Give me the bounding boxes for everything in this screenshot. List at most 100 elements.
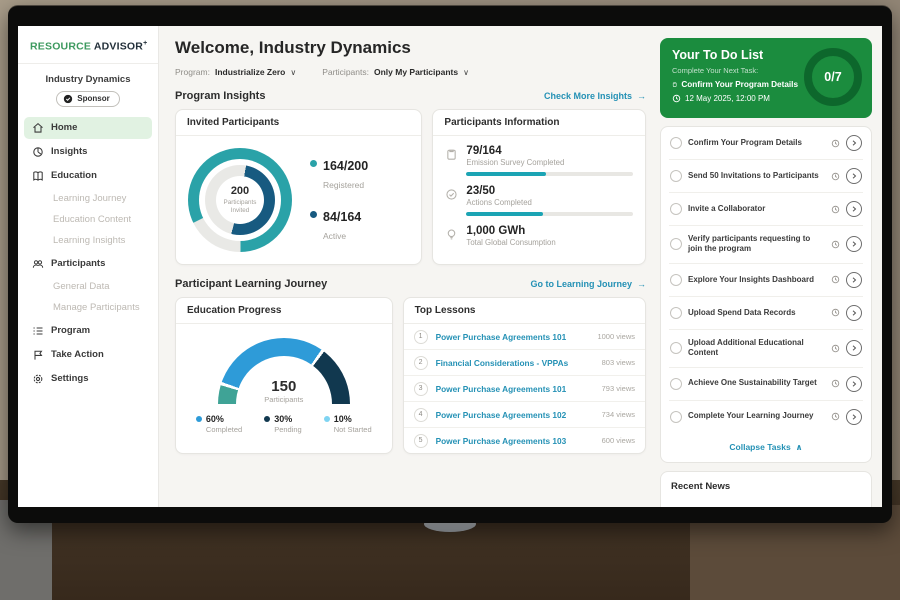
lesson-link[interactable]: Power Purchase Agreements 102 xyxy=(436,410,594,420)
sidebar-item-education[interactable]: Education xyxy=(24,165,152,187)
task-send-invitations[interactable]: Send 50 Invitations to Participants xyxy=(669,160,863,193)
sponsor-icon xyxy=(63,94,73,104)
task-checkbox[interactable] xyxy=(670,203,682,215)
task-go-button[interactable] xyxy=(846,272,862,288)
donut-center-value: 200 xyxy=(231,185,249,197)
chevron-down-icon: ∨ xyxy=(463,68,469,77)
task-verify-participants[interactable]: Verify participants requesting to join t… xyxy=(669,226,863,264)
chevron-right-icon xyxy=(850,380,858,388)
stat-emission-survey: 79/164 Emission Survey Completed xyxy=(445,145,633,176)
clock-icon xyxy=(831,412,840,421)
legend-completed: 60% Completed xyxy=(196,414,242,434)
task-achieve-sustainability-target[interactable]: Achieve One Sustainability Target xyxy=(669,368,863,401)
donut-center-label: Participants Invited xyxy=(220,199,260,215)
program-insights-title: Program Insights xyxy=(175,90,265,102)
legend-value: 10% xyxy=(334,414,352,424)
task-checkbox[interactable] xyxy=(670,307,682,319)
sidebar-item-participants[interactable]: Participants xyxy=(24,253,152,275)
go-to-learning-journey-link[interactable]: Go to Learning Journey→ xyxy=(530,279,646,289)
task-go-button[interactable] xyxy=(846,340,862,356)
legend-label: Registered xyxy=(323,180,364,190)
task-checkbox[interactable] xyxy=(670,378,682,390)
clock-icon xyxy=(672,94,681,103)
sidebar-item-label: Participants xyxy=(51,258,105,269)
task-explore-insights[interactable]: Explore Your Insights Dashboard xyxy=(669,264,863,297)
task-go-button[interactable] xyxy=(846,376,862,392)
gauge-center-label: Participants xyxy=(218,395,350,404)
survey-icon xyxy=(445,148,458,161)
sidebar-item-learning-journey[interactable]: Learning Journey xyxy=(24,189,152,209)
sidebar-item-general-data[interactable]: General Data xyxy=(24,277,152,297)
task-upload-spend-data[interactable]: Upload Spend Data Records xyxy=(669,297,863,330)
task-go-button[interactable] xyxy=(846,135,862,151)
lesson-link[interactable]: Power Purchase Agreements 101 xyxy=(436,332,590,342)
monitor-bezel: RESOURCE ADVISOR+ Industry Dynamics Spon… xyxy=(8,5,892,523)
filter-bar: Program: Industrialize Zero ∨ Participan… xyxy=(175,67,646,77)
sidebar-item-label: Home xyxy=(51,122,77,133)
sidebar-item-manage-participants[interactable]: Manage Participants xyxy=(24,298,152,318)
lesson-row: 3 Power Purchase Agreements 101 793 view… xyxy=(404,376,645,402)
task-confirm-program[interactable]: Confirm Your Program Details xyxy=(669,127,863,160)
program-filter-value: Industrialize Zero xyxy=(215,67,285,77)
participants-filter-value: Only My Participants xyxy=(374,67,458,77)
progress-track xyxy=(466,172,633,176)
legend-active: 84/164Active xyxy=(310,208,368,244)
sidebar-item-learning-insights[interactable]: Learning Insights xyxy=(24,231,152,251)
collapse-tasks-link[interactable]: Collapse Tasks ∧ xyxy=(669,433,863,462)
lesson-views-label: views xyxy=(614,436,635,445)
task-go-button[interactable] xyxy=(846,236,862,252)
lesson-link[interactable]: Power Purchase Agreements 101 xyxy=(436,384,594,394)
lesson-views: 600 xyxy=(602,436,615,445)
task-checkbox[interactable] xyxy=(670,238,682,250)
legend-label: Pending xyxy=(274,425,302,434)
main-content: Welcome, Industry Dynamics Program: Indu… xyxy=(159,26,656,507)
sidebar-item-label: Settings xyxy=(51,373,88,384)
sidebar-item-label: Education xyxy=(51,170,97,181)
legend-registered: 164/200Registered xyxy=(310,157,368,193)
logo-advisor: ADVISOR xyxy=(91,41,143,53)
task-checkbox[interactable] xyxy=(670,411,682,423)
program-list-icon xyxy=(32,325,44,337)
learning-journey-title: Participant Learning Journey xyxy=(175,278,327,290)
legend-label: Completed xyxy=(206,425,242,434)
task-label: Explore Your Insights Dashboard xyxy=(688,275,825,285)
lesson-link[interactable]: Power Purchase Agreements 103 xyxy=(436,436,594,446)
task-complete-learning-journey[interactable]: Complete Your Learning Journey xyxy=(669,401,863,433)
sidebar-item-take-action[interactable]: Take Action xyxy=(24,344,152,366)
top-lessons-card: Top Lessons 1 Power Purchase Agreements … xyxy=(403,297,646,454)
task-go-button[interactable] xyxy=(846,201,862,217)
chevron-right-icon xyxy=(850,413,858,421)
lesson-link[interactable]: Financial Considerations - VPPAs xyxy=(436,358,594,368)
sidebar-item-label: Take Action xyxy=(51,349,104,360)
task-go-button[interactable] xyxy=(846,168,862,184)
program-filter-dropdown[interactable]: Program: Industrialize Zero ∨ xyxy=(175,67,296,77)
lesson-views-label: views xyxy=(614,384,635,393)
bulb-icon xyxy=(445,228,458,241)
program-filter-label: Program: xyxy=(175,67,210,77)
task-upload-educational-content[interactable]: Upload Additional Educational Content xyxy=(669,330,863,368)
task-checkbox[interactable] xyxy=(670,342,682,354)
collapse-label: Collapse Tasks xyxy=(729,442,790,452)
check-more-insights-link[interactable]: Check More Insights→ xyxy=(544,91,646,101)
gauge-center-value: 150 xyxy=(218,378,350,395)
sidebar-item-settings[interactable]: Settings xyxy=(24,368,152,390)
task-checkbox[interactable] xyxy=(670,170,682,182)
legend-label: Active xyxy=(323,231,346,241)
chevron-right-icon xyxy=(850,172,858,180)
actions-icon xyxy=(445,188,458,201)
task-invite-collaborator[interactable]: Invite a Collaborator xyxy=(669,193,863,226)
sidebar-item-program[interactable]: Program xyxy=(24,320,152,342)
task-checkbox[interactable] xyxy=(670,137,682,149)
app-window: RESOURCE ADVISOR+ Industry Dynamics Spon… xyxy=(18,26,882,507)
task-go-button[interactable] xyxy=(846,305,862,321)
sidebar-item-label: Program xyxy=(51,325,90,336)
sidebar-item-education-content[interactable]: Education Content xyxy=(24,210,152,230)
sidebar-item-insights[interactable]: Insights xyxy=(24,141,152,163)
task-go-button[interactable] xyxy=(846,409,862,425)
task-checkbox[interactable] xyxy=(670,274,682,286)
legend-value: 60% xyxy=(206,414,224,424)
sidebar-item-home[interactable]: Home xyxy=(24,117,152,139)
participants-filter-dropdown[interactable]: Participants: Only My Participants ∨ xyxy=(322,67,469,77)
invited-participants-donut-chart: 200 Participants Invited xyxy=(188,148,292,252)
stat-label: Actions Completed xyxy=(466,198,633,207)
